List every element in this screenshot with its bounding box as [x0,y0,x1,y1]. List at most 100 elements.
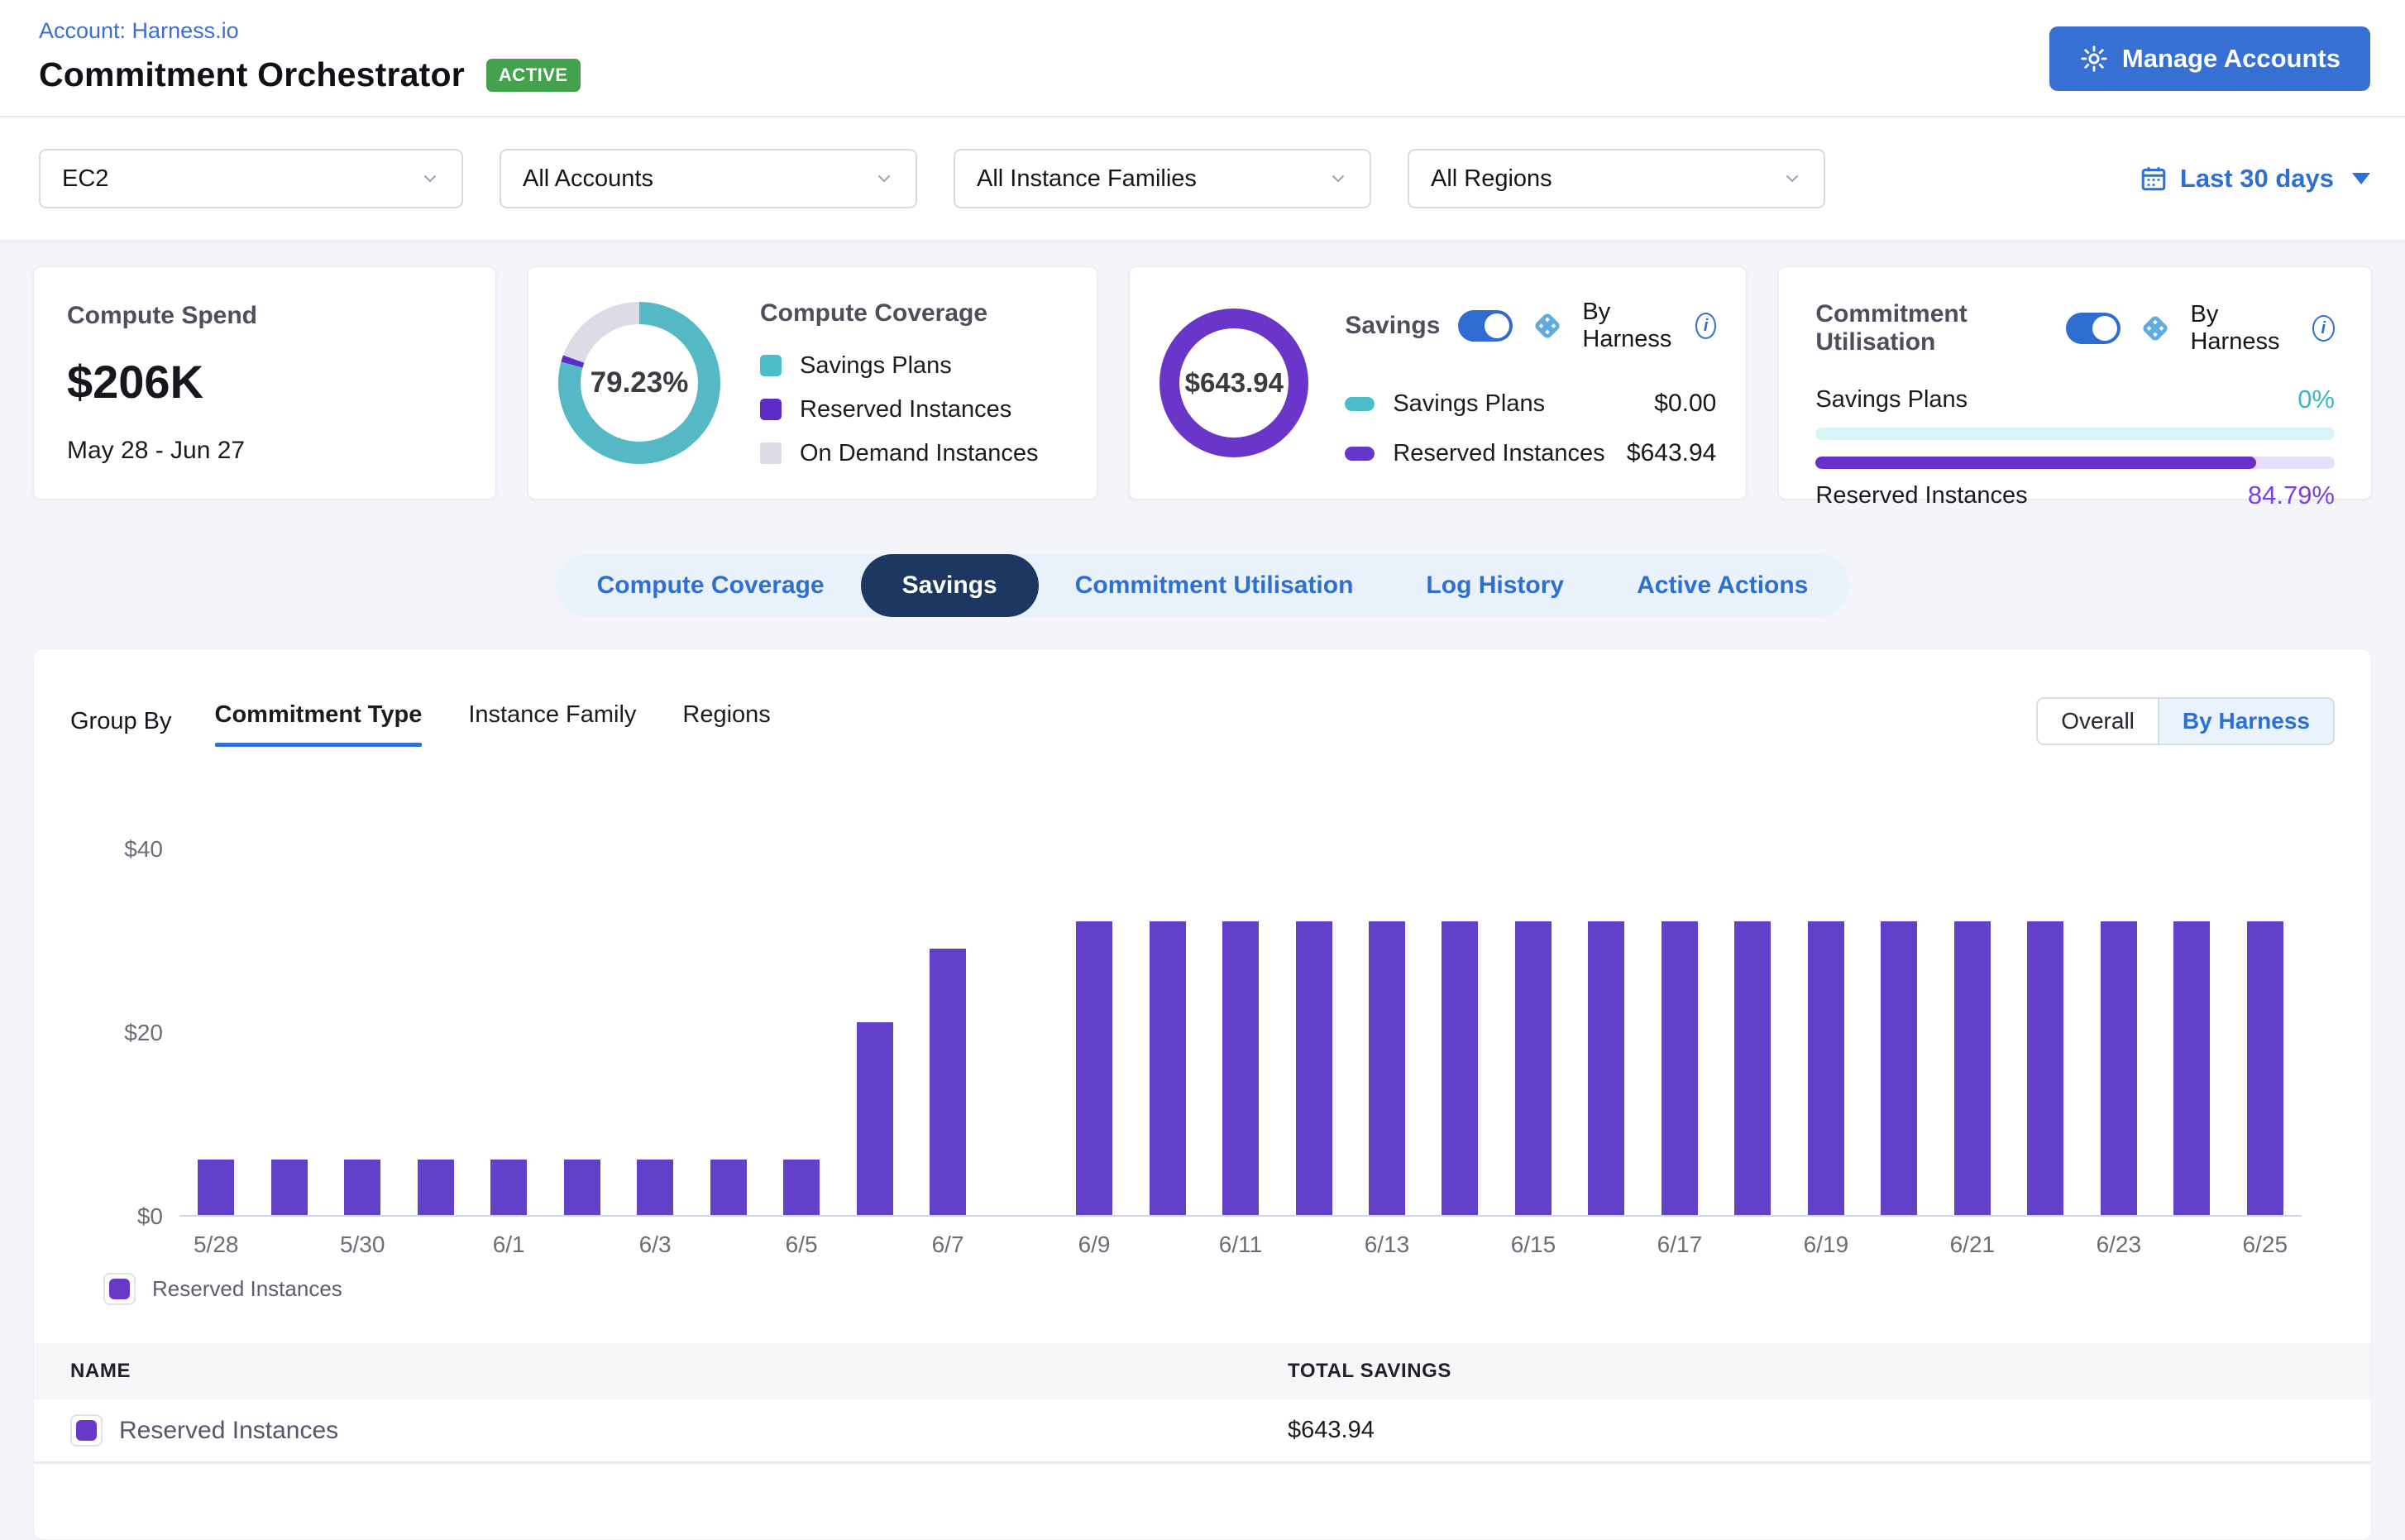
bar-6-12 [1296,921,1332,1215]
bar-slot [838,849,911,1215]
instance-families-select[interactable]: All Instance Families [954,149,1371,208]
legend-label: On Demand Instances [800,440,1039,467]
bar-6-17 [1662,921,1698,1215]
by-harness-toggle[interactable] [1458,310,1513,342]
group-by-regions[interactable]: Regions [682,701,770,742]
reserved-instances-progress-bar [1815,457,2335,469]
bar-6-7 [930,949,966,1215]
tab-compute-coverage[interactable]: Compute Coverage [561,554,861,617]
manage-accounts-label: Manage Accounts [2122,44,2340,74]
bar-6-6 [857,1022,893,1215]
tab-log-history[interactable]: Log History [1389,554,1600,617]
row-name: Reserved Instances [119,1417,338,1445]
savings-title: Savings [1345,312,1440,340]
manage-accounts-button[interactable]: Manage Accounts [2049,26,2370,91]
x-tick-label: 6/9 [1078,1232,1111,1258]
reserved-instances-legend-chip[interactable] [103,1273,136,1305]
harness-logo-icon [1531,309,1564,342]
bar-6-25 [2247,921,2283,1215]
bar-slot: 6/3 [619,849,691,1215]
x-tick-label: 6/1 [493,1232,525,1258]
bar-slot: 6/7 [911,849,984,1215]
compute-spend-period: May 28 - Jun 27 [67,437,462,465]
bar-slot [2009,849,2082,1215]
group-by-commitment-type[interactable]: Commitment Type [215,701,423,742]
bar-6-24 [2173,921,2210,1215]
legend-label: Savings Plans [800,352,952,380]
y-tick-label: $0 [137,1203,163,1230]
by-harness-label: By Harness [1582,299,1677,353]
section-tabs: Compute CoverageSavingsCommitment Utilis… [556,554,1850,617]
by-harness-toggle[interactable] [2066,313,2121,344]
date-range-picker[interactable]: Last 30 days [2139,164,2370,194]
gear-icon [2079,44,2109,74]
util-row-label: Reserved Instances [1815,482,2027,509]
bar-5-29 [271,1160,308,1215]
service-select[interactable]: EC2 [39,149,463,208]
bar-slot: 6/9 [1058,849,1131,1215]
legend-item: Savings Plans [760,352,1039,380]
bar-6-22 [2027,921,2063,1215]
tab-active-actions[interactable]: Active Actions [1600,554,1844,617]
savings-plans-swatch [1345,397,1375,411]
tab-commitment-utilisation[interactable]: Commitment Utilisation [1039,554,1390,617]
savings-row-value: $0.00 [1654,390,1716,418]
bar-slot [691,849,764,1215]
overall-by-harness-segmented: OverallBy Harness [2036,697,2335,745]
tab-savings[interactable]: Savings [861,554,1039,617]
bar-5-30 [344,1160,380,1215]
caret-down-icon [2352,173,2370,184]
x-tick-label: 6/13 [1365,1232,1410,1258]
column-header-total-savings: TOTAL SAVINGS [1288,1360,2371,1383]
savings-row-label: Savings Plans [1393,390,1545,418]
bar-6-9 [1076,921,1112,1215]
bar-6-16 [1588,921,1624,1215]
legend-item: Reserved Instances [760,396,1039,423]
info-icon[interactable]: i [1695,313,1716,339]
util-row-label: Savings Plans [1815,386,1968,414]
bar-slot [1716,849,1789,1215]
savings-row: Savings Plans $0.00 [1345,390,1716,418]
savings-table: NAME TOTAL SAVINGS Reserved Instances $6… [34,1343,2371,1464]
savings-card: $643.94 Savings By Harness i [1129,266,1747,500]
segment-by-harness[interactable]: By Harness [2158,699,2333,744]
table-row[interactable]: Reserved Instances $643.94 [34,1399,2371,1464]
bar-slot [1131,849,1203,1215]
bar-6-11 [1222,921,1259,1215]
bar-slot [1423,849,1496,1215]
bar-slot [399,849,471,1215]
bar-slot: 6/11 [1204,849,1277,1215]
util-row-percent: 0% [2297,385,2335,414]
bar-slot: 6/19 [1790,849,1862,1215]
bar-slot: 6/5 [765,849,838,1215]
segment-overall[interactable]: Overall [2038,699,2158,744]
savings-plans-swatch [760,355,782,376]
x-tick-label: 6/17 [1657,1232,1703,1258]
service-select-value: EC2 [62,165,108,193]
bar-slot [1277,849,1350,1215]
legend-label: Reserved Instances [800,396,1011,423]
y-tick-label: $20 [124,1020,163,1046]
chevron-down-icon [1328,169,1348,189]
savings-row-value: $643.94 [1627,439,1716,467]
chart-plot-area: 5/285/306/16/36/56/76/96/116/136/156/176… [179,849,2302,1217]
bar-6-5 [783,1160,820,1215]
harness-logo-icon [2139,312,2172,345]
filter-bar: EC2 All Accounts All Instance Families A… [0,117,2405,242]
info-icon[interactable]: i [2312,315,2335,342]
x-tick-label: 6/3 [639,1232,672,1258]
accounts-select[interactable]: All Accounts [500,149,917,208]
bar-5-28 [198,1160,234,1215]
account-link[interactable]: Account: Harness.io [39,18,239,44]
page-title: Commitment Orchestrator [39,55,465,94]
bar-6-21 [1954,921,1991,1215]
bar-6-23 [2101,921,2137,1215]
x-tick-label: 6/11 [1219,1232,1262,1258]
regions-select[interactable]: All Regions [1408,149,1825,208]
bar-slot [545,849,618,1215]
chevron-down-icon [420,169,440,189]
chevron-down-icon [1782,169,1802,189]
bar-6-10 [1150,921,1186,1215]
bar-slot [252,849,325,1215]
group-by-instance-family[interactable]: Instance Family [468,701,636,742]
